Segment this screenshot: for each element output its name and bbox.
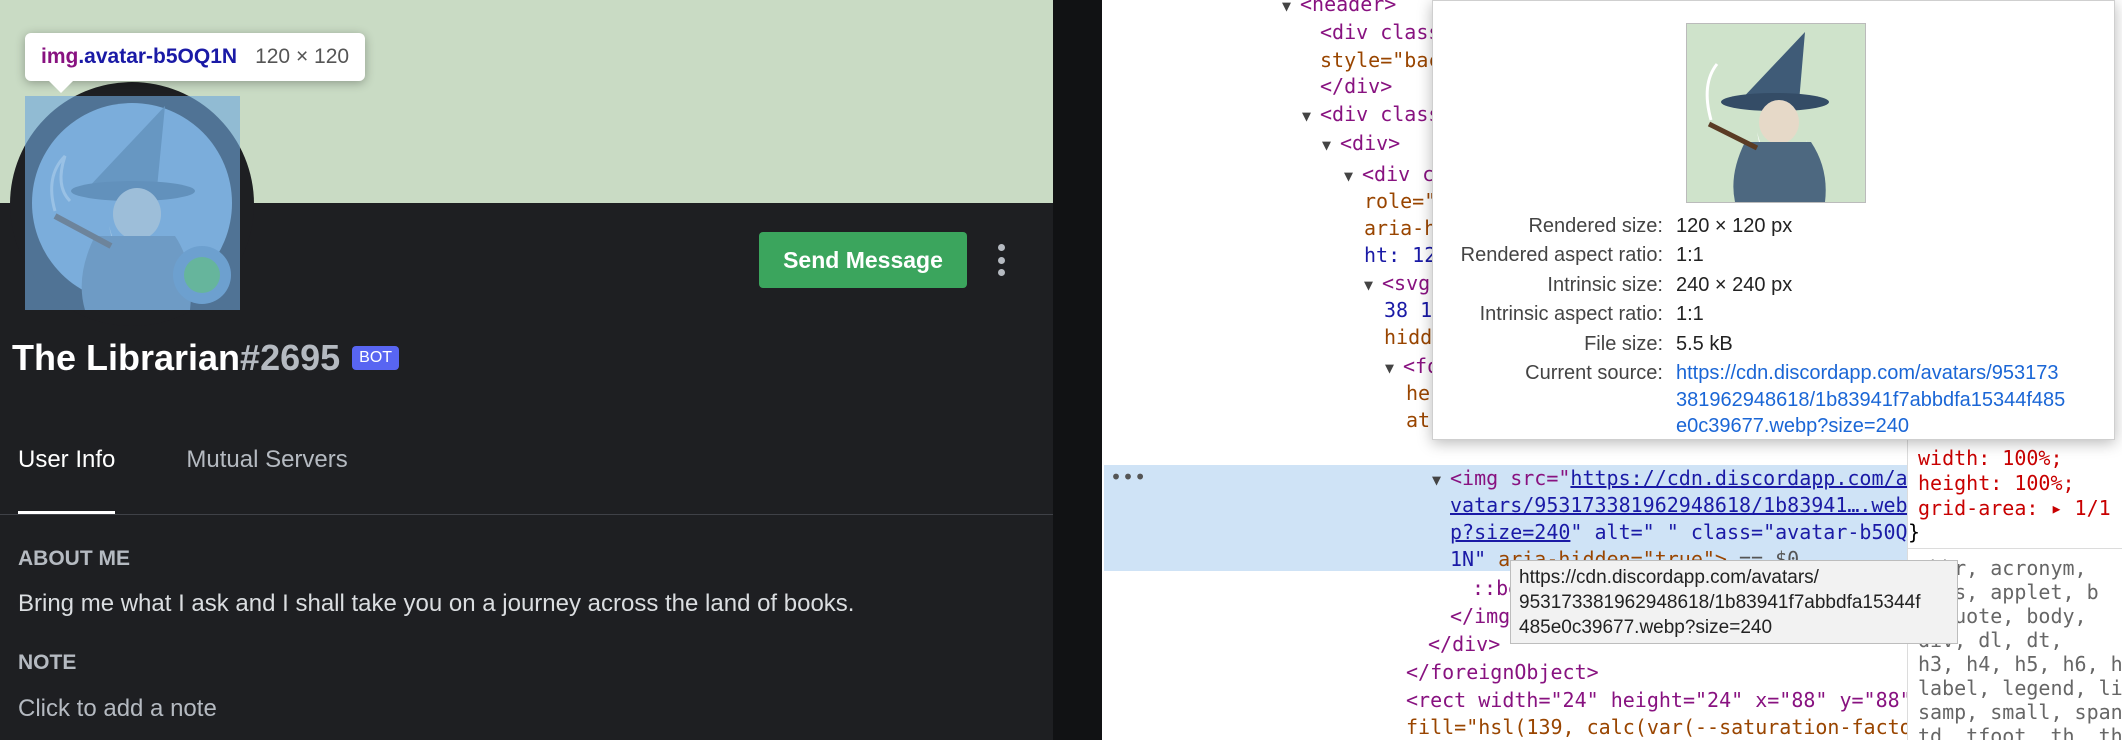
current-source-link[interactable]: 381962948618/1b83941f7abbdfa15344f485 — [1676, 389, 2065, 412]
dom-line-foreignobject-close[interactable]: </foreignObject> — [1406, 658, 1599, 686]
dom-line-div-class-2[interactable]: ▼ <div class — [1302, 100, 1440, 130]
profile-username: The Librarian #2695 BOT — [12, 337, 400, 379]
online-status-icon — [184, 257, 220, 293]
dom-line-img[interactable]: ▼ <img src="https://cdn.discordapp.com/a — [1432, 464, 1908, 494]
username-text: The Librarian — [12, 337, 241, 378]
style-brace: } — [1908, 520, 1921, 544]
rendered-size-label: Rendered size: — [1528, 215, 1663, 237]
dom-line-38[interactable]: 38 1 — [1384, 296, 1432, 324]
dom-line-at[interactable]: at — [1406, 406, 1430, 434]
tabs-divider — [0, 514, 1053, 515]
dom-line-rect[interactable]: <rect width="24" height="24" x="88" y="8… — [1406, 686, 1912, 714]
dom-line-img-class[interactable]: p?size=240" alt=" " class="avatar-b50Q — [1450, 518, 1908, 546]
dom-line-style[interactable]: style="bac — [1320, 46, 1440, 74]
rendered-ratio-label: Rendered aspect ratio: — [1460, 244, 1663, 266]
tooltip-size: 120 × 120 — [255, 45, 350, 68]
styles-divider — [1908, 548, 2122, 549]
ua-style-line: samp, small, span, — [1918, 700, 2122, 724]
tab-mutual-servers[interactable]: Mutual Servers — [186, 446, 347, 514]
ua-style-line: td, tfoot, th, the — [1918, 724, 2122, 740]
dom-line-img-url[interactable]: vatars/953173381962948618/1b83941….web — [1450, 491, 1908, 519]
dom-line-div-c[interactable]: ▼ <div c — [1344, 160, 1434, 190]
dom-line-div-close-2[interactable]: </div> — [1428, 630, 1500, 658]
send-message-button[interactable]: Send Message — [759, 232, 967, 288]
intrinsic-ratio-label: Intrinsic aspect ratio: — [1479, 303, 1663, 325]
dom-line-hidden[interactable]: hidd — [1384, 323, 1432, 351]
style-width[interactable]: width: 100%; — [1918, 446, 2063, 470]
rendered-ratio-value: 1:1 — [1676, 244, 1704, 266]
dom-line-foreignobject[interactable]: ▼ <fo — [1385, 352, 1439, 382]
devtools-elements-panel: ••• ▼ <header> <div class style="bac </di… — [1102, 0, 2122, 740]
current-source-link[interactable]: https://cdn.discordapp.com/avatars/95317… — [1676, 362, 2058, 385]
dom-line-height[interactable]: ht: 12 — [1364, 241, 1436, 269]
style-grid-area[interactable]: grid-area: ▸ 1/1 — [1918, 496, 2111, 520]
note-input[interactable]: Click to add a note — [18, 695, 217, 723]
about-me-text: Bring me what I ask and I shall take you… — [18, 590, 855, 617]
dom-line-header[interactable]: ▼ <header> — [1282, 0, 1396, 20]
intrinsic-size-value: 240 × 240 px — [1676, 274, 1793, 296]
intrinsic-size-label: Intrinsic size: — [1547, 274, 1663, 296]
dom-line-div-close[interactable]: </div> — [1320, 72, 1392, 100]
dom-line-svg[interactable]: ▼ <svg — [1364, 269, 1430, 299]
dom-line-div-class[interactable]: <div class — [1320, 18, 1440, 46]
discriminator: #2695 — [240, 337, 341, 378]
profile-tabs: User Info Mutual Servers — [18, 446, 419, 514]
user-profile-panel: img .avatar-b5OQ1N 120 × 120 Send Message… — [0, 0, 1053, 740]
dom-line-role[interactable]: role=" — [1364, 187, 1436, 215]
rendered-size-value: 120 × 120 px — [1676, 215, 1793, 237]
bot-badge: BOT — [352, 346, 400, 370]
image-preview-thumbnail — [1686, 23, 1866, 203]
current-source-label: Current source: — [1525, 362, 1663, 384]
dom-line-div[interactable]: ▼ <div> — [1322, 129, 1400, 159]
tooltip-class: .avatar-b5OQ1N — [78, 45, 238, 68]
style-height[interactable]: height: 100%; — [1918, 471, 2075, 495]
tooltip-tag: img — [41, 45, 79, 68]
tab-user-info[interactable]: User Info — [18, 446, 116, 514]
node-actions-icon[interactable]: ••• — [1110, 465, 1146, 489]
dom-line-aria[interactable]: aria-h — [1364, 214, 1436, 242]
file-size-label: File size: — [1584, 333, 1663, 355]
note-heading: NOTE — [18, 651, 77, 674]
ua-style-line: h3, h4, h5, h6, ht — [1918, 652, 2122, 676]
file-size-value: 5.5 kB — [1676, 333, 1733, 355]
url-tooltip-line: 953173381962948618/1b83941f7abbdfa15344f — [1519, 592, 1921, 613]
intrinsic-ratio-value: 1:1 — [1676, 303, 1704, 325]
url-tooltip-line: 485e0c39677.webp?size=240 — [1519, 617, 1773, 638]
dom-line-he[interactable]: he — [1406, 379, 1430, 407]
inspect-element-tooltip: img .avatar-b5OQ1N 120 × 120 — [25, 33, 366, 93]
more-options-icon[interactable] — [989, 240, 1013, 280]
url-tooltip-line: https://cdn.discordapp.com/avatars/ — [1519, 567, 1819, 588]
ua-style-line: label, legend, li, — [1918, 676, 2122, 700]
image-preview-popover: Rendered size: 120 × 120 px Rendered asp… — [1432, 0, 2115, 440]
current-source-link[interactable]: e0c39677.webp?size=240 — [1676, 415, 1909, 438]
about-me-heading: ABOUT ME — [18, 547, 130, 570]
dom-line-fill[interactable]: fill="hsl(139, calc(var(--saturation-fac… — [1406, 713, 1912, 740]
url-hover-tooltip: https://cdn.discordapp.com/avatars/ 9531… — [1510, 560, 1958, 644]
